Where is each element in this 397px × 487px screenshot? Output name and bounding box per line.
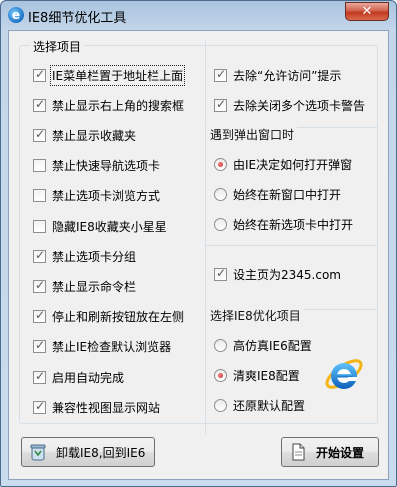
- window-title: IE8细节优化工具: [28, 11, 127, 26]
- option-checkbox-10[interactable]: 禁止IE检查默认浏览器: [33, 338, 172, 355]
- checkbox-box[interactable]: [33, 67, 46, 82]
- right-checkbox-1-label: 去除“允许访问”提示: [233, 68, 342, 83]
- option-checkbox-11-label: 启用自动完成: [52, 370, 125, 385]
- checkbox-box[interactable]: [33, 219, 46, 233]
- checkbox-box[interactable]: [33, 338, 46, 354]
- option-checkbox-12-label: 兼容性视图显示网站: [52, 400, 161, 415]
- radio-button[interactable]: [214, 368, 227, 382]
- main-panel: 选择项目 遇到弹出窗口时 选择IE8优化项目 卸载IE8,回到IE6 开始设置 …: [8, 30, 389, 480]
- options-group-title: 选择项目: [30, 38, 85, 55]
- ie-icon: e: [8, 7, 24, 23]
- right-checkbox-1[interactable]: 去除“允许访问”提示: [214, 67, 341, 83]
- option-checkbox-11[interactable]: 启用自动完成: [33, 369, 124, 385]
- uninstall-button[interactable]: 卸载IE8,回到IE6: [21, 437, 155, 467]
- option-checkbox-6[interactable]: 隐藏IE8收藏夹小星星: [33, 218, 167, 234]
- close-button[interactable]: ✕: [345, 2, 389, 21]
- radio-button[interactable]: [214, 187, 227, 201]
- popup-group-title: 遇到弹出窗口时: [207, 126, 298, 143]
- optimize-radio-1-label: 高仿真IE6配置: [233, 338, 312, 353]
- radio-button[interactable]: [214, 338, 227, 352]
- ie-logo-icon: [325, 359, 363, 389]
- option-checkbox-9[interactable]: 停止和刷新按钮放在左侧: [33, 308, 185, 325]
- checkbox-box[interactable]: [33, 159, 46, 173]
- right-checkbox-2[interactable]: 去除关闭多个选项卡警告: [214, 97, 365, 113]
- option-checkbox-6-label: 隐藏IE8收藏夹小星星: [52, 219, 167, 234]
- option-checkbox-4-label: 禁止快速导航选项卡: [52, 159, 161, 174]
- option-checkbox-1[interactable]: IE菜单栏置于地址栏上面: [33, 64, 186, 86]
- checkbox-box[interactable]: [33, 369, 46, 384]
- option-checkbox-8[interactable]: 禁止显示命令栏: [33, 278, 136, 294]
- option-checkbox-1-label: IE菜单栏置于地址栏上面: [49, 64, 186, 86]
- popup-radio-2[interactable]: 始终在新窗口中打开: [214, 186, 341, 202]
- optimize-radio-2-label: 清爽IE8配置: [233, 368, 300, 383]
- option-checkbox-9-label: 停止和刷新按钮放在左侧: [52, 310, 185, 325]
- app-window: e IE8细节优化工具 ✕ 选择项目 遇到弹出窗口时 选择IE8优化项目 卸载I…: [0, 0, 397, 487]
- option-checkbox-7[interactable]: 禁止选项卡分组: [33, 248, 136, 264]
- document-icon: [292, 443, 305, 461]
- option-checkbox-2[interactable]: 禁止显示右上角的搜索框: [33, 97, 184, 113]
- checkbox-box[interactable]: [214, 266, 227, 281]
- optimize-radio-2[interactable]: 清爽IE8配置: [214, 367, 300, 383]
- checkbox-box[interactable]: [214, 67, 227, 82]
- checkbox-box[interactable]: [33, 399, 46, 414]
- checkbox-box[interactable]: [33, 278, 46, 293]
- start-button[interactable]: 开始设置: [281, 437, 379, 467]
- optimize-radio-3[interactable]: 还原默认配置: [214, 397, 305, 413]
- optimize-radio-3-label: 还原默认配置: [233, 398, 306, 413]
- option-checkbox-12[interactable]: 兼容性视图显示网站: [33, 399, 160, 415]
- checkbox-box[interactable]: [33, 189, 46, 203]
- recycle-bin-icon: [30, 444, 46, 461]
- option-checkbox-3-label: 禁止显示收藏夹: [52, 128, 137, 143]
- popup-radio-2-label: 始终在新窗口中打开: [233, 187, 342, 202]
- popup-radio-1[interactable]: 由IE决定如何打开弹窗: [214, 156, 352, 172]
- checkbox-box[interactable]: [33, 127, 46, 142]
- option-checkbox-4[interactable]: 禁止快速导航选项卡: [33, 158, 160, 174]
- homepage-checkbox[interactable]: 设主页为2345.com: [214, 266, 341, 282]
- homepage-checkbox-label: 设主页为2345.com: [233, 267, 341, 282]
- checkbox-box[interactable]: [214, 97, 227, 112]
- uninstall-button-label: 卸载IE8,回到IE6: [56, 445, 146, 460]
- start-button-label: 开始设置: [316, 445, 365, 460]
- radio-button[interactable]: [214, 217, 227, 231]
- optimize-group-title: 选择IE8优化项目: [207, 307, 304, 324]
- popup-radio-3-label: 始终在新选项卡中打开: [233, 217, 354, 232]
- checkbox-box[interactable]: [33, 248, 46, 263]
- title-bar[interactable]: e IE8细节优化工具 ✕: [1, 1, 396, 29]
- right-checkbox-2-label: 去除关闭多个选项卡警告: [233, 98, 366, 113]
- popup-radio-3[interactable]: 始终在新选项卡中打开: [214, 216, 353, 232]
- option-checkbox-5-label: 禁止选项卡浏览方式: [52, 189, 161, 204]
- radio-button[interactable]: [214, 157, 227, 171]
- optimize-radio-1[interactable]: 高仿真IE6配置: [214, 337, 312, 353]
- checkbox-box[interactable]: [33, 97, 46, 112]
- option-checkbox-3[interactable]: 禁止显示收藏夹: [33, 127, 136, 143]
- checkbox-box[interactable]: [33, 308, 46, 324]
- radio-button[interactable]: [214, 398, 227, 412]
- column-divider: [205, 41, 206, 434]
- option-checkbox-5[interactable]: 禁止选项卡浏览方式: [33, 188, 160, 204]
- option-checkbox-10-label: 禁止IE检查默认浏览器: [52, 340, 172, 355]
- option-checkbox-7-label: 禁止选项卡分组: [52, 249, 137, 264]
- option-checkbox-2-label: 禁止显示右上角的搜索框: [52, 98, 185, 113]
- popup-radio-1-label: 由IE决定如何打开弹窗: [233, 157, 353, 172]
- option-checkbox-8-label: 禁止显示命令栏: [52, 279, 137, 294]
- homepage-separator: [206, 245, 378, 246]
